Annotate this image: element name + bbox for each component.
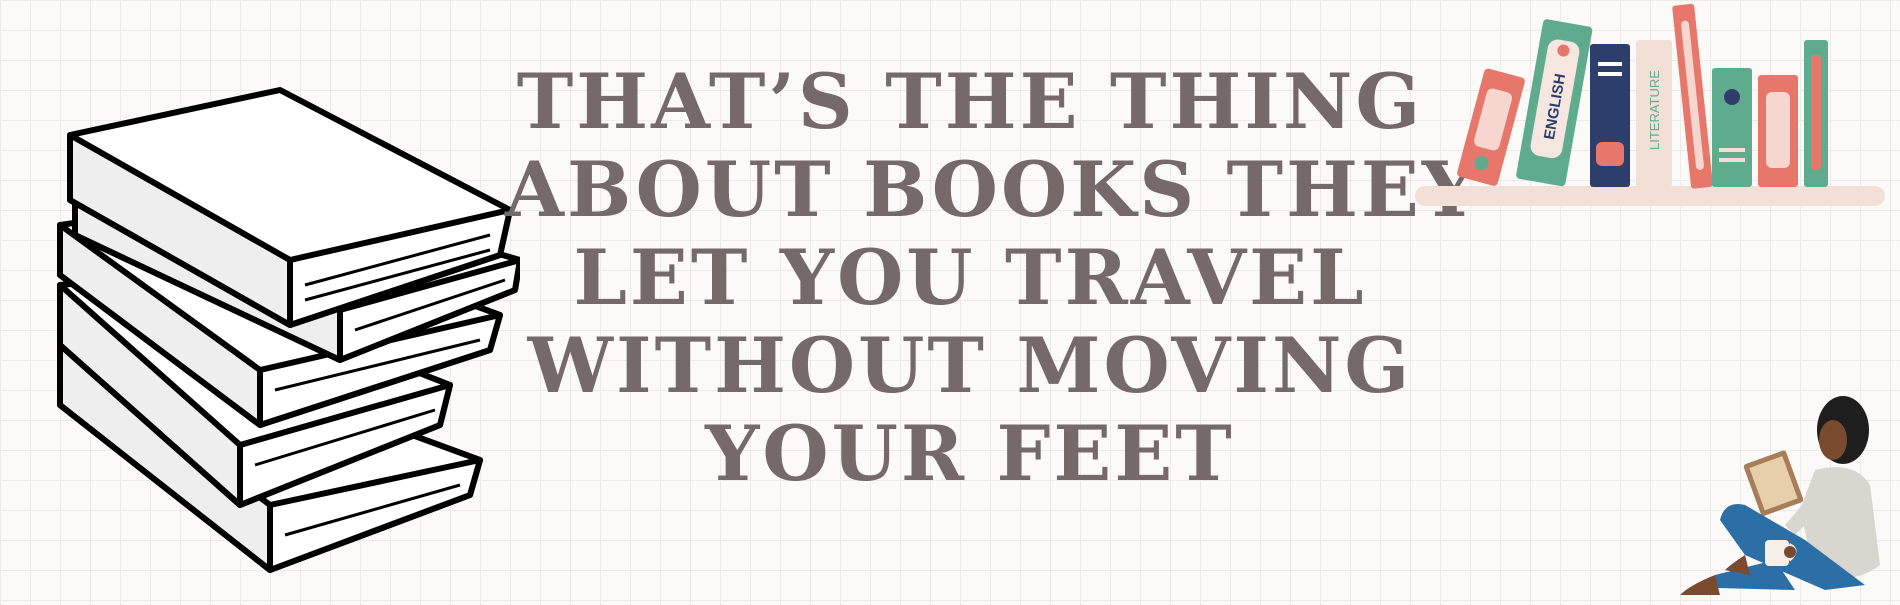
bookshelf-icon: ENGLISH LITERATURE (1415, 3, 1885, 206)
quote-text: THAT’S THE THING ABOUT BOOKS THEY LET YO… (505, 57, 1480, 498)
spine-literature: LITERATURE (1647, 70, 1662, 150)
quote-line-4: WITHOUT MOVING (527, 321, 1413, 410)
quote-line-1: THAT’S THE THING (516, 57, 1424, 146)
book-stack-icon (57, 87, 520, 573)
quote-line-5: YOUR FEET (705, 409, 1235, 498)
quote-line-3: LET YOU TRAVEL (573, 233, 1367, 322)
quote-line-2: ABOUT BOOKS THEY (505, 145, 1480, 234)
reading-person-icon (1680, 396, 1880, 595)
